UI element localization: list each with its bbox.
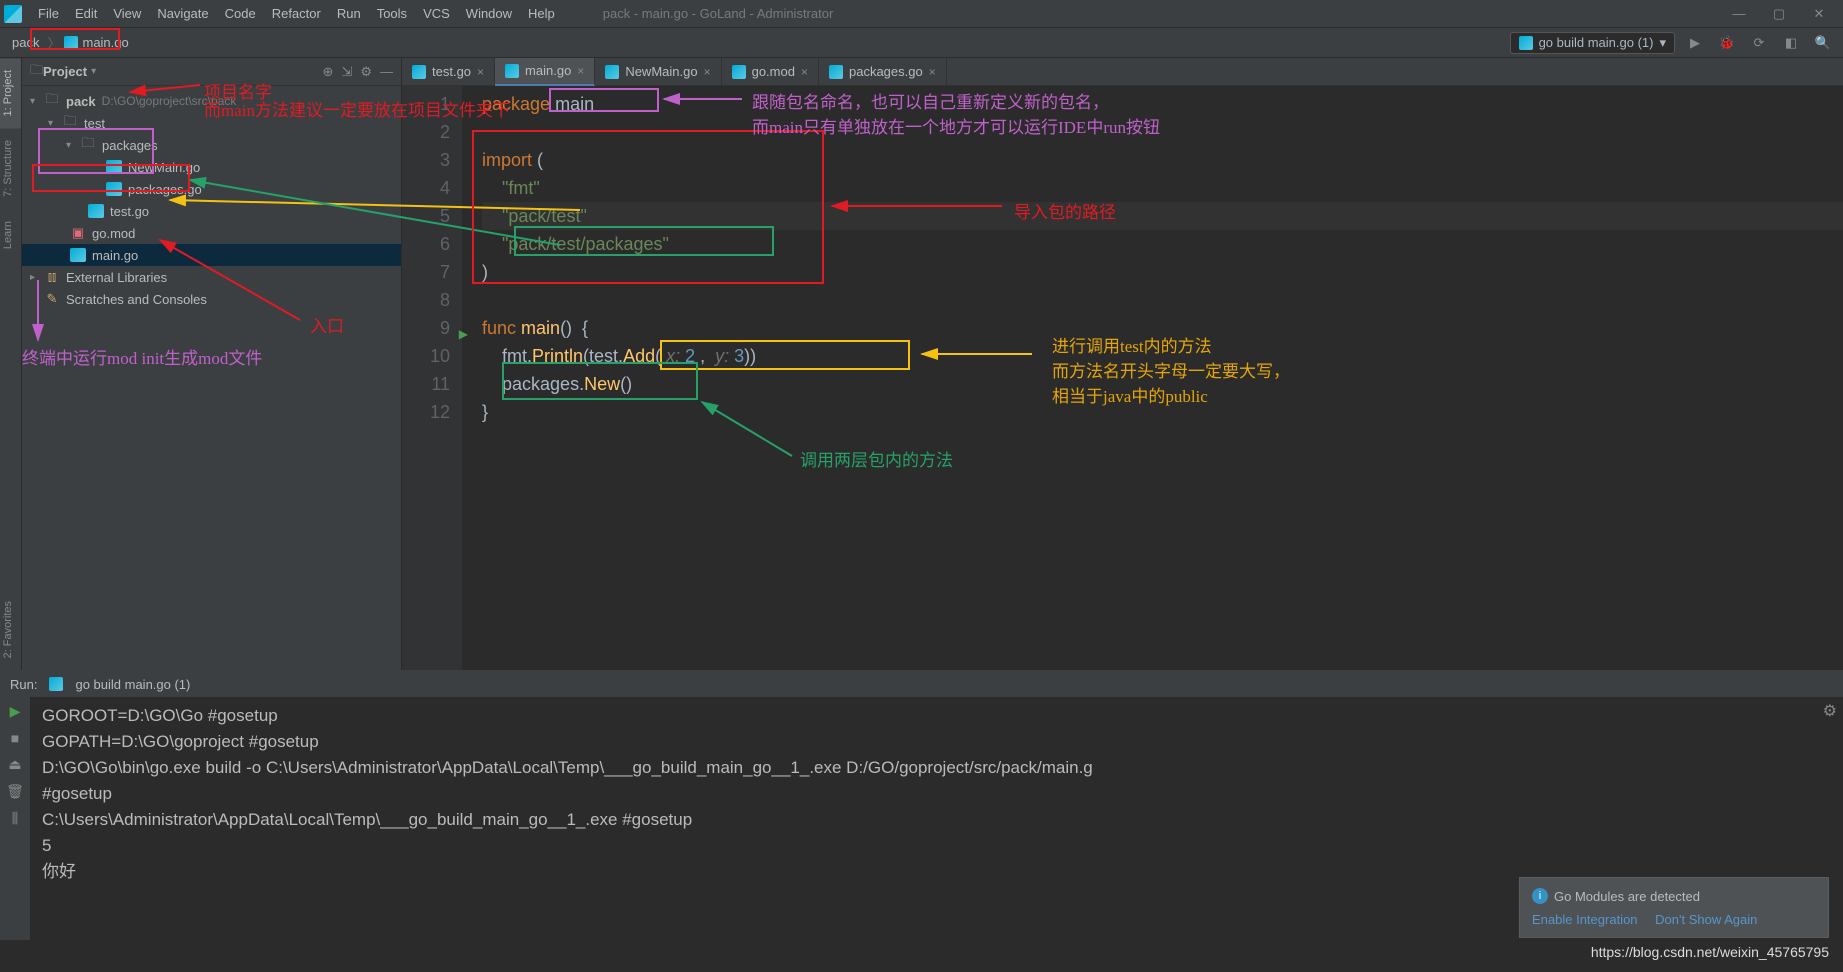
tree-scratches[interactable]: ✎Scratches and Consoles: [22, 288, 401, 310]
menu-refactor[interactable]: Refactor: [264, 0, 329, 28]
exit-icon[interactable]: ⏏: [8, 756, 21, 773]
go-file-icon: [64, 36, 78, 50]
run-config-label: go build main.go (1): [1539, 35, 1654, 50]
tree-file-test-go[interactable]: test.go: [22, 200, 401, 222]
tree-external-libraries[interactable]: ▸⫾⫾External Libraries: [22, 266, 401, 288]
breadcrumb-sep: 〉: [43, 33, 64, 52]
sidebar-tab-project[interactable]: 1: Project: [0, 58, 21, 128]
notif-enable-link[interactable]: Enable Integration: [1532, 912, 1638, 927]
run-label: Run:: [10, 677, 37, 692]
layout-icon[interactable]: ⫼: [12, 810, 18, 827]
chevron-down-icon: ▾: [1659, 35, 1666, 51]
sidebar-tab-learn[interactable]: Learn: [0, 209, 21, 261]
tree-file-newmain[interactable]: NewMain.go: [22, 156, 401, 178]
run-config-name: go build main.go (1): [75, 677, 190, 692]
tab-test-go[interactable]: test.go×: [402, 58, 495, 86]
minimize-icon[interactable]: —: [1719, 6, 1759, 22]
go-file-icon: [1519, 36, 1533, 50]
menu-code[interactable]: Code: [217, 0, 264, 28]
project-panel: 🗀 Project ▾ ⊕ ⇲ ⚙ — ▾🗀packD:\GO\goprojec…: [22, 58, 402, 670]
tree-folder-test[interactable]: ▾🗀test: [22, 112, 401, 134]
gear-icon[interactable]: ⚙: [360, 64, 372, 80]
menu-help[interactable]: Help: [520, 0, 563, 28]
tab-go-mod[interactable]: go.mod×: [722, 58, 819, 86]
trash-icon[interactable]: 🗑: [6, 783, 24, 800]
tree-file-main-go[interactable]: main.go: [22, 244, 401, 266]
run-tools: ▶ ■ ⏏ 🗑 ⫼: [0, 697, 30, 940]
close-icon[interactable]: ×: [704, 65, 711, 79]
search-icon[interactable]: 🔍: [1811, 31, 1835, 55]
maximize-icon[interactable]: ▢: [1759, 6, 1799, 22]
close-icon[interactable]: ×: [801, 65, 808, 79]
tree-folder-packages[interactable]: ▾🗀packages: [22, 134, 401, 156]
tree-root[interactable]: ▾🗀packD:\GO\goproject\src\pack: [22, 90, 401, 112]
sidebar-tab-favorites[interactable]: 2: Favorites: [0, 589, 21, 670]
collapse-all-icon[interactable]: ⇲: [341, 64, 352, 80]
stop-icon[interactable]: ■: [11, 730, 19, 746]
menubar: File Edit View Navigate Code Refactor Ru…: [0, 0, 1843, 28]
chevron-down-icon[interactable]: ▾: [91, 66, 96, 77]
info-icon: i: [1532, 888, 1548, 904]
sidebar-tab-structure[interactable]: 7: Structure: [0, 128, 21, 209]
tree-file-packages-go[interactable]: packages.go: [22, 178, 401, 200]
project-panel-title: Project: [43, 64, 87, 79]
hide-icon[interactable]: —: [380, 64, 393, 80]
go-file-icon: [49, 677, 63, 691]
editor-area: test.go× main.go× NewMain.go× go.mod× pa…: [402, 58, 1843, 670]
watermark: https://blog.csdn.net/weixin_45765795: [1591, 944, 1829, 960]
folder-icon: 🗀: [30, 61, 43, 83]
editor-tabs: test.go× main.go× NewMain.go× go.mod× pa…: [402, 58, 1843, 86]
navbar: pack 〉 main.go go build main.go (1) ▾ ▶ …: [0, 28, 1843, 58]
menu-file[interactable]: File: [30, 0, 67, 28]
close-icon[interactable]: ✕: [1799, 6, 1839, 22]
tab-packages-go[interactable]: packages.go×: [819, 58, 947, 86]
gear-icon[interactable]: ⚙: [1823, 701, 1837, 721]
tab-newmain-go[interactable]: NewMain.go×: [595, 58, 721, 86]
rerun-icon[interactable]: ▶: [10, 703, 21, 720]
menu-window[interactable]: Window: [458, 0, 520, 28]
tab-main-go[interactable]: main.go×: [495, 58, 595, 86]
gutter: 12345678 9▶ 101112: [402, 86, 462, 670]
notif-title: Go Modules are detected: [1554, 889, 1700, 904]
notif-dismiss-link[interactable]: Don't Show Again: [1655, 912, 1757, 927]
notification-gomodules: i Go Modules are detected Enable Integrat…: [1519, 877, 1829, 938]
debug-button[interactable]: 🐞: [1715, 31, 1739, 55]
left-sidebar-tabs: 1: Project 7: Structure Learn 2: Favorit…: [0, 58, 22, 670]
menu-navigate[interactable]: Navigate: [149, 0, 216, 28]
menu-view[interactable]: View: [105, 0, 149, 28]
close-icon[interactable]: ×: [929, 65, 936, 79]
menu-run[interactable]: Run: [329, 0, 369, 28]
menu-edit[interactable]: Edit: [67, 0, 105, 28]
run-config-selector[interactable]: go build main.go (1) ▾: [1510, 32, 1675, 54]
project-tree: ▾🗀packD:\GO\goproject\src\pack ▾🗀test ▾🗀…: [22, 86, 401, 314]
run-button[interactable]: ▶: [1683, 31, 1707, 55]
app-logo-icon: [4, 5, 22, 23]
breadcrumb-root[interactable]: pack: [8, 35, 43, 50]
breadcrumb-file[interactable]: main.go: [78, 35, 132, 50]
coverage-button[interactable]: ⟳: [1747, 31, 1771, 55]
close-icon[interactable]: ×: [577, 64, 584, 78]
menu-tools[interactable]: Tools: [369, 0, 415, 28]
code-editor[interactable]: package main import ( "fmt" "pack/test" …: [462, 86, 1843, 670]
menu-vcs[interactable]: VCS: [415, 0, 458, 28]
select-opened-icon[interactable]: ⊕: [323, 64, 334, 80]
close-icon[interactable]: ×: [477, 65, 484, 79]
profile-button[interactable]: ◧: [1779, 31, 1803, 55]
window-title: pack - main.go - GoLand - Administrator: [603, 6, 834, 21]
tree-file-gomod[interactable]: ▣go.mod: [22, 222, 401, 244]
